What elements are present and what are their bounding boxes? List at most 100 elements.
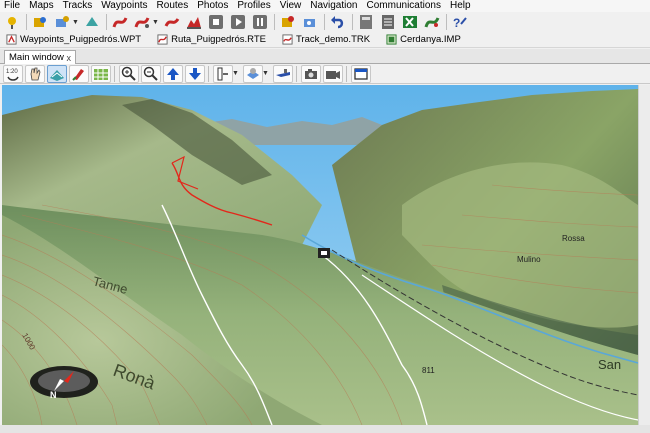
terrain-render[interactable]: Tanne Ronà Mulino Rossa 811 1000 San N (2, 85, 638, 425)
close-icon[interactable]: x (67, 53, 72, 63)
toolbar-separator (345, 65, 347, 82)
village-marker[interactable] (318, 248, 330, 258)
menu-bar: File Maps Tracks Waypoints Routes Photos… (0, 0, 650, 12)
toolbar-separator (351, 14, 353, 30)
map-file-icon (386, 34, 397, 45)
menu-help[interactable]: Help (450, 0, 471, 12)
photos-button[interactable] (279, 13, 297, 31)
move-down-button[interactable] (185, 64, 205, 83)
pause-button[interactable] (251, 13, 269, 31)
google-earth-icon (424, 17, 440, 28)
menu-photos[interactable]: Photos (197, 0, 228, 12)
export-excel-button[interactable] (401, 13, 419, 31)
move-up-button[interactable] (163, 64, 183, 83)
tab-main-window[interactable]: Main window x (4, 50, 76, 64)
vertical-exaggeration-button[interactable] (213, 64, 233, 83)
dropdown-arrow-icon[interactable]: ▼ (72, 19, 79, 26)
terrain-3d-icon (50, 69, 64, 81)
grid-icon (94, 68, 108, 80)
file-tab-route[interactable]: Ruta_Puigpedrós.RTE (157, 34, 266, 45)
track-tool-button[interactable] (69, 64, 89, 83)
svg-text:?: ? (453, 16, 460, 30)
file-tab-track[interactable]: Track_demo.TRK (282, 34, 370, 45)
menu-file[interactable]: File (4, 0, 20, 12)
dropdown-arrow-icon[interactable]: ▼ (152, 19, 159, 26)
table-icon (381, 15, 394, 29)
grid-toggle-button[interactable] (91, 64, 111, 83)
menu-navigation[interactable]: Navigation (310, 0, 357, 12)
open-files-bar: Waypoints_Puigpedrós.WPT Ruta_Puigpedrós… (0, 32, 650, 48)
export-kml-button[interactable] (423, 13, 441, 31)
arrow-down-icon (189, 67, 201, 80)
undo-button[interactable] (329, 13, 347, 31)
profile-button[interactable] (185, 13, 203, 31)
status-bar (0, 425, 650, 433)
layers-icon (246, 67, 259, 79)
zoom-out-icon (143, 66, 158, 81)
stop-button[interactable] (207, 13, 225, 31)
view-3d-toggle-button[interactable]: 1:20 (3, 64, 23, 83)
map-toolbar: 1:20 ▼ ▼ (0, 64, 650, 84)
dropdown-arrow-icon[interactable]: ▼ (232, 70, 239, 77)
open-map-button[interactable] (3, 13, 21, 31)
track-button[interactable] (163, 13, 181, 31)
video-record-button[interactable] (322, 64, 343, 83)
menu-maps[interactable]: Maps (29, 0, 53, 12)
menu-view[interactable]: View (280, 0, 302, 12)
route-button[interactable] (111, 13, 129, 31)
route-tools-icon (134, 17, 150, 28)
toolbar-separator (105, 14, 107, 30)
photo-tools-icon (303, 19, 315, 27)
file-tab-label: Track_demo.TRK (295, 34, 371, 45)
menu-communications[interactable]: Communications (367, 0, 441, 12)
waypoint-icon (34, 17, 46, 27)
undo-icon (330, 16, 343, 29)
file-tab-map[interactable]: Cerdanya.IMP (386, 34, 461, 45)
map-pin-icon (8, 17, 16, 29)
data-table-button[interactable] (379, 13, 397, 31)
map-3d-view[interactable]: Tanne Ronà Mulino Rossa 811 1000 San N (2, 85, 638, 425)
menu-waypoints[interactable]: Waypoints (101, 0, 147, 12)
track-file-icon (282, 34, 293, 45)
play-button[interactable] (229, 13, 247, 31)
stop-icon (208, 15, 223, 29)
waypoint-edit-button[interactable] (83, 13, 101, 31)
toolbar-separator (273, 14, 275, 30)
dropdown-arrow-icon[interactable]: ▼ (262, 70, 269, 77)
track-icon (164, 18, 180, 27)
pan-hand-button[interactable] (25, 64, 45, 83)
waypoints-button[interactable] (31, 13, 49, 31)
place-label-san: San (598, 357, 621, 372)
menu-routes[interactable]: Routes (157, 0, 189, 12)
toolbar-separator (323, 14, 325, 30)
terrain-3d-button[interactable] (47, 64, 67, 83)
calculator-button[interactable] (357, 13, 375, 31)
photo-tools-button[interactable] (301, 13, 319, 31)
menu-profiles[interactable]: Profiles (237, 0, 270, 12)
map-scrollbar[interactable] (638, 85, 650, 425)
zoom-in-icon (121, 66, 136, 81)
waypoint-file-icon (6, 34, 17, 45)
snapshot-button[interactable] (300, 64, 321, 83)
toolbar-separator (445, 14, 447, 30)
route-file-icon (157, 34, 168, 45)
file-tab-waypoints[interactable]: Waypoints_Puigpedrós.WPT (6, 34, 141, 45)
toolbar-separator (208, 65, 209, 82)
file-tab-label: Cerdanya.IMP (400, 34, 461, 45)
tab-label: Main window (9, 52, 64, 63)
route-tools-button[interactable] (133, 13, 151, 31)
fly-button[interactable] (272, 64, 293, 83)
camera-icon (304, 68, 317, 79)
help-button[interactable]: ? (451, 13, 469, 31)
waypoints-tools-button[interactable] (53, 13, 71, 31)
layers-button[interactable] (242, 64, 263, 83)
zoom-out-button[interactable] (141, 64, 161, 83)
window-icon (354, 67, 368, 80)
menu-tracks[interactable]: Tracks (63, 0, 93, 12)
zoom-in-button[interactable] (119, 64, 139, 83)
main-toolbar: ▼ ▼ ? (0, 12, 650, 32)
elevation-label: 811 (422, 366, 435, 375)
place-label-rossa: Rossa (562, 234, 585, 243)
calculator-icon (359, 15, 372, 29)
new-window-button[interactable] (350, 64, 371, 83)
